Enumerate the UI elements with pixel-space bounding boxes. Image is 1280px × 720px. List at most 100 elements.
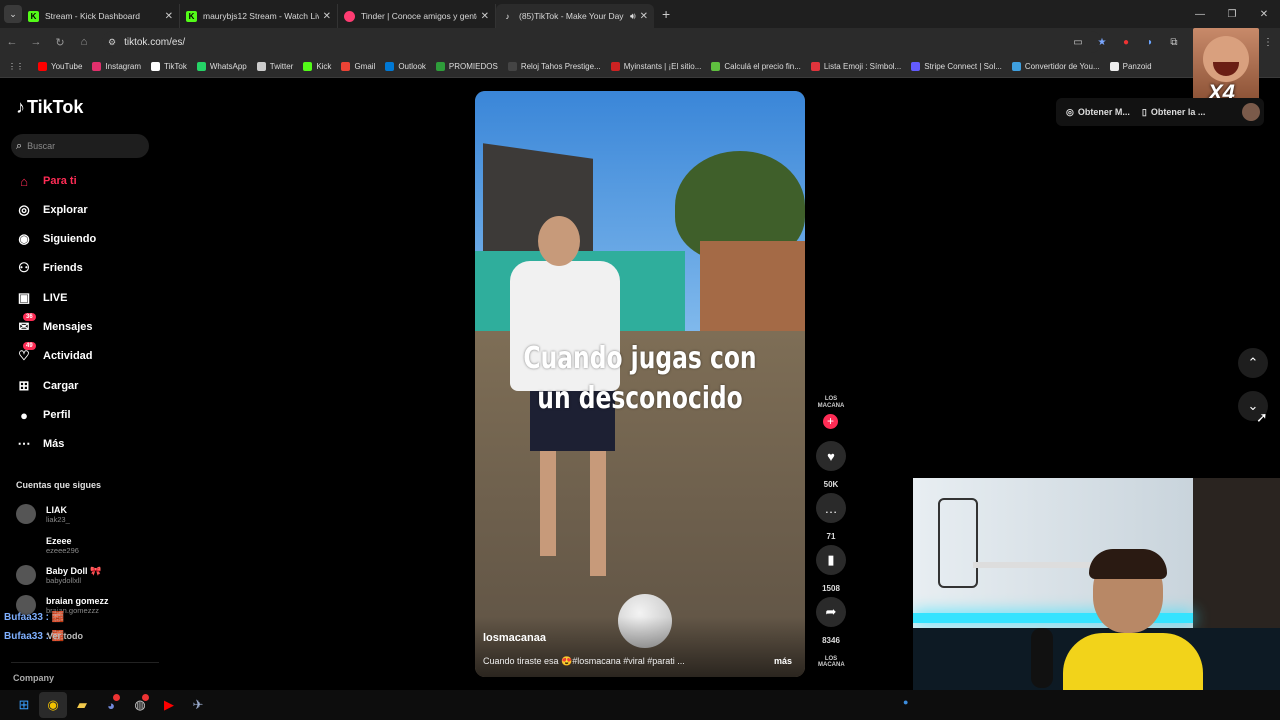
avatar xyxy=(16,504,36,524)
bookmark-item[interactable]: Kick xyxy=(303,62,331,71)
bookmark-item[interactable]: Twitter xyxy=(256,62,293,71)
youtube-icon[interactable]: ▶ xyxy=(155,692,183,718)
video-description: Cuando tiraste esa 😍#losmacana #viral #p… xyxy=(483,656,685,666)
comment-button[interactable]: … 71 xyxy=(815,493,847,541)
cam-wall-drawing xyxy=(938,498,978,588)
obs-icon[interactable]: ◍ xyxy=(126,692,154,718)
tiktok-logo[interactable]: ♪ TikTok xyxy=(16,97,83,118)
browser-tab-kick-dashboard[interactable]: K Stream - Kick Dashboard ✕ xyxy=(22,4,180,28)
bookmark-label: Gmail xyxy=(354,62,376,71)
video-player[interactable]: Cuando jugas con un desconocido losmacan… xyxy=(475,91,805,677)
close-icon[interactable]: ✕ xyxy=(323,11,331,22)
discord-icon[interactable]: ◕ xyxy=(97,692,125,718)
sidebar-item-friends[interactable]: ⚇ Friends xyxy=(16,257,83,279)
bookmark-item[interactable]: Instagram xyxy=(92,62,141,71)
sidebar-item-activity[interactable]: ♡ 49 Actividad xyxy=(16,342,93,367)
sidebar-item-more[interactable]: ⋯ Más xyxy=(16,433,65,455)
profile-avatar[interactable] xyxy=(1242,103,1260,121)
sidebar-item-profile[interactable]: ● Perfil xyxy=(16,404,70,426)
bookmark-item[interactable]: Outlook xyxy=(385,62,426,71)
chrome-icon[interactable]: ◉ xyxy=(39,692,67,718)
followed-account[interactable]: Baby Doll 🎀 babydollxll xyxy=(16,562,101,588)
reload-icon[interactable]: ↻ xyxy=(48,36,72,49)
sidebar-item-label: Para ti xyxy=(43,175,77,187)
get-app-button[interactable]: ▯ Obtener la ... xyxy=(1142,107,1205,118)
close-window-icon[interactable]: ✕ xyxy=(1248,0,1280,28)
more-button[interactable]: más xyxy=(774,656,792,666)
steam-icon[interactable]: ✈ xyxy=(184,692,212,718)
apps-icon[interactable]: ⋮⋮ xyxy=(8,62,24,71)
stream-emote-overlay: X4 xyxy=(1193,28,1259,104)
sidebar-item-messages[interactable]: ✉ 36 Mensajes xyxy=(16,313,93,338)
browser-tab-tiktok[interactable]: ♪ (85)TikTok - Make Your Day 🔊︎ ✕ xyxy=(496,4,654,28)
bookmark-item[interactable]: YouTube xyxy=(38,62,82,71)
maximize-icon[interactable]: ❐ xyxy=(1216,0,1248,28)
sidebar-item-upload[interactable]: ⊞ Cargar xyxy=(16,375,79,397)
new-tab-icon[interactable]: + xyxy=(662,6,670,22)
address-bar[interactable]: ⚙ tiktok.com/es/ xyxy=(102,31,1102,53)
speaker-icon[interactable]: 🔊︎ xyxy=(630,11,636,22)
bookmark-item[interactable]: Reloj Tahos Prestige... xyxy=(507,62,601,71)
like-button[interactable]: ♥ 50K xyxy=(815,441,847,489)
comment-icon: … xyxy=(816,493,846,523)
forward-icon[interactable]: → xyxy=(24,36,48,48)
menu-icon[interactable]: ⋮ xyxy=(1256,37,1280,48)
home-button-icon[interactable]: ⌂ xyxy=(72,36,96,48)
bookmark-label: Lista Emoji : Símbol... xyxy=(823,62,902,71)
company-link[interactable]: Company xyxy=(13,673,54,683)
extension-icon[interactable]: ● xyxy=(1114,37,1138,48)
minimize-icon[interactable]: — xyxy=(1184,0,1216,28)
get-coins-button[interactable]: ◎ Obtener M... xyxy=(1066,107,1130,118)
folder-icon[interactable]: ▰ xyxy=(68,692,96,718)
close-icon[interactable]: ✕ xyxy=(165,11,173,22)
bookmark-icon xyxy=(711,62,721,71)
save-button[interactable]: ▮ 1508 xyxy=(815,545,847,593)
bookmark-icon xyxy=(38,62,47,71)
windows-start-icon[interactable]: ⊞ xyxy=(10,692,38,718)
sidebar-item-following[interactable]: ◉ Siguiendo xyxy=(16,228,96,250)
bookmark-item[interactable]: Gmail xyxy=(341,62,375,71)
bookmark-item[interactable]: WhatsApp xyxy=(196,62,247,71)
like-count: 50K xyxy=(823,480,839,489)
save-count: 1508 xyxy=(822,584,840,593)
bookmark-item[interactable]: Panzoid xyxy=(1109,62,1152,71)
share-button[interactable]: ➦ 8346 xyxy=(815,597,847,645)
site-info-icon[interactable]: ⚙ xyxy=(108,37,116,48)
bookmark-star-icon[interactable]: ★ xyxy=(1090,37,1114,48)
sidebar-item-compass[interactable]: ◎ Explorar xyxy=(16,199,87,221)
bookmark-item[interactable]: Convertidor de You... xyxy=(1011,62,1100,71)
previous-video-button[interactable]: ⌃ xyxy=(1238,348,1268,378)
browser-tab-kick-watch[interactable]: K maurybjs12 Stream - Watch Live ✕ xyxy=(180,4,338,28)
extensions-puzzle-icon[interactable]: ⧉ xyxy=(1162,37,1186,48)
music-disc[interactable]: LOS MACANA xyxy=(818,656,845,668)
bookmark-item[interactable]: TikTok xyxy=(151,62,187,71)
followed-account[interactable]: Ezeee ezeee296 xyxy=(16,532,79,558)
bookmark-label: Calculá el precio fin... xyxy=(724,62,801,71)
see-all-link[interactable]: Ver todo xyxy=(47,631,83,641)
bookmark-item[interactable]: Stripe Connect | Sol... xyxy=(911,62,1002,71)
close-icon[interactable]: ✕ xyxy=(481,11,489,22)
follow-plus-icon[interactable]: + xyxy=(823,414,838,429)
close-icon[interactable]: ✕ xyxy=(640,11,648,22)
browser-tab-tinder[interactable]: Tinder | Conoce amigos y gente ✕ xyxy=(338,4,496,28)
bookmark-item[interactable]: Calculá el precio fin... xyxy=(711,62,801,71)
cast-icon[interactable]: ▭ xyxy=(1066,37,1090,48)
tray-icon[interactable]: ● xyxy=(903,697,908,707)
video-username[interactable]: losmacanaa xyxy=(483,632,546,644)
sidebar-item-home[interactable]: ⌂ Para ti xyxy=(16,170,77,192)
home-icon: ⌂ xyxy=(20,173,28,189)
followed-account[interactable]: LIAK liak23_ xyxy=(16,501,70,527)
window-controls: — ❐ ✕ xyxy=(1184,0,1280,28)
bookmark-item[interactable]: Lista Emoji : Símbol... xyxy=(810,62,902,71)
bookmark-item[interactable]: PROMIEDOS xyxy=(435,62,498,71)
back-icon[interactable]: ← xyxy=(0,36,24,48)
sidebar-item-live[interactable]: ▣ LIVE xyxy=(16,287,68,309)
bookmark-label: Kick xyxy=(316,62,332,71)
tab-search-icon[interactable]: ⌄ xyxy=(4,5,22,23)
bookmark-label: Convertidor de You... xyxy=(1024,62,1100,71)
extension-icon[interactable]: ◗ xyxy=(1138,37,1162,48)
bookmark-item[interactable]: Myinstants | ¡El sitio... xyxy=(610,62,701,71)
search-input[interactable]: ⌕ Buscar xyxy=(11,134,149,158)
creator-avatar[interactable]: LOS MACANA xyxy=(816,396,846,416)
bookmark-label: WhatsApp xyxy=(209,62,247,71)
